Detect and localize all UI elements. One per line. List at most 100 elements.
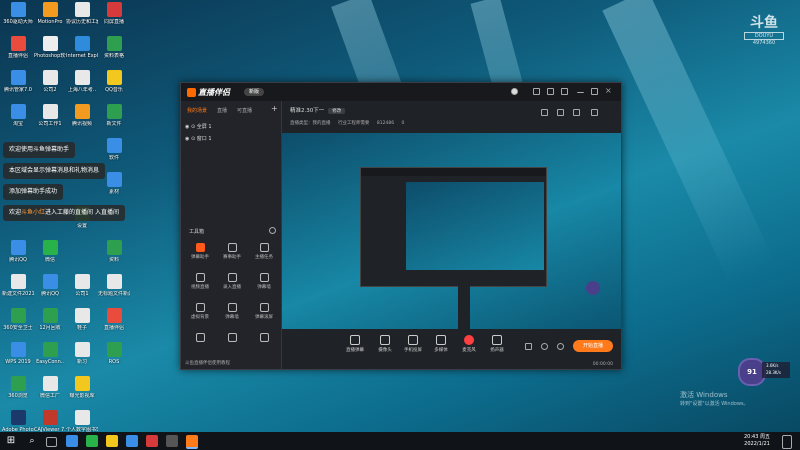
desktop-icon[interactable]: 微信 — [34, 240, 66, 263]
toolbox-settings-icon[interactable] — [269, 227, 276, 234]
add-scene-icon[interactable]: + — [271, 104, 278, 113]
more-icon[interactable] — [591, 109, 598, 116]
start-live-button[interactable]: 开始直播 — [573, 340, 613, 352]
version-badge[interactable]: 新版 — [244, 88, 264, 96]
desktop-icon[interactable]: 个人数字图书馆3.1 — [66, 410, 98, 433]
toolbox-item[interactable]: 弹幕助手 — [185, 243, 215, 260]
source-control-button[interactable]: 摄像头 — [372, 335, 398, 353]
desktop-icon[interactable]: 公司1 — [66, 274, 98, 297]
desktop-icon[interactable]: 360浏览 — [2, 376, 34, 399]
app-taskbar-icon[interactable] — [166, 435, 178, 447]
toolbox-item[interactable]: 弹幕墙 — [249, 273, 279, 290]
desktop-icon[interactable]: 同屏直播 — [98, 2, 130, 25]
tab-can-live[interactable]: 可直播 — [237, 107, 252, 114]
desktop-icon[interactable]: 新文件 — [98, 104, 130, 127]
toolbox-item[interactable]: 视频直播 — [185, 273, 215, 290]
desktop-icon[interactable]: 资料 — [98, 240, 130, 263]
desktop-icon[interactable]: 上海八年考.. — [66, 70, 98, 93]
clock[interactable]: 20:43 周五 2022/1/21 — [744, 434, 770, 448]
edge-icon[interactable] — [66, 435, 78, 447]
toolbox-item[interactable]: 录入直播 — [217, 273, 247, 290]
bell-icon[interactable] — [573, 109, 580, 116]
lock-icon[interactable] — [541, 109, 548, 116]
tutorial-link[interactable]: 斗鱼直播伴侣使用教程 — [185, 360, 230, 366]
source-control-button[interactable]: 手机投屏 — [400, 335, 426, 353]
network-speed-widget[interactable]: 91 3.6K/s 28.3K/s — [738, 358, 790, 386]
tab-live[interactable]: 直播 — [217, 107, 227, 114]
edit-title-button[interactable]: 修改 — [328, 108, 346, 114]
toolbox-item[interactable]: 主播任务 — [249, 243, 279, 260]
source-control-button[interactable]: 直播弹幕 — [342, 335, 368, 353]
desktop-icon[interactable]: 鞋子 — [66, 308, 98, 331]
desktop-icon-label: 无标题文件新建数据..(2.. — [98, 291, 130, 297]
desktop-icon[interactable]: MotionPro — [34, 2, 66, 25]
desktop-icon[interactable]: 腾讯视频 — [66, 104, 98, 127]
toolbox-item[interactable] — [185, 333, 215, 344]
toolbox-item[interactable] — [249, 333, 279, 344]
desktop-icon[interactable]: 资料表格 — [98, 36, 130, 59]
desktop-icon[interactable]: QQ音乐 — [98, 70, 130, 93]
camera-icon[interactable] — [525, 343, 532, 350]
desktop-icon[interactable]: Photoshop软件 — [34, 36, 66, 59]
desktop-icon[interactable]: 腾讯QQ — [34, 274, 66, 297]
maximize-icon[interactable] — [591, 88, 598, 95]
desktop-icon-label: Internet Explorer — [66, 53, 98, 59]
toolbox-item[interactable] — [217, 333, 247, 344]
toolbox-item[interactable]: 赛事助手 — [217, 243, 247, 260]
desktop-icon[interactable]: 协议历史和工器 — [66, 2, 98, 25]
desktop-icon[interactable]: 软件 — [98, 138, 130, 161]
desktop-icon[interactable]: EasyConn.. — [34, 342, 66, 365]
desktop-icon[interactable]: 无标题文件新建数据..(2.. — [98, 274, 130, 297]
desktop-icon[interactable]: CAJViewer 7.2 — [34, 410, 66, 433]
notification-icon[interactable] — [782, 435, 792, 449]
avatar[interactable] — [511, 88, 518, 95]
close-icon[interactable]: × — [605, 87, 612, 95]
source-control-button[interactable]: 扬声器 — [484, 335, 510, 353]
desktop-icon[interactable]: 12月回收 — [34, 308, 66, 331]
desktop-icon[interactable]: 360驱动大师 — [2, 2, 34, 25]
tool-icon — [259, 333, 269, 342]
app-taskbar-icon[interactable] — [146, 435, 158, 447]
share-icon[interactable] — [557, 109, 564, 116]
desktop-icon[interactable]: 腾讯管家7.0 — [2, 70, 34, 93]
minimize-icon[interactable] — [577, 88, 584, 93]
desktop-icon[interactable]: 新建文件2021022.. — [2, 274, 34, 297]
desktop-icon[interactable]: ROS — [98, 342, 130, 365]
desktop-icon[interactable]: Adobe Photosho.. — [2, 410, 34, 433]
file-explorer-icon[interactable] — [106, 435, 118, 447]
desktop-icon[interactable]: 公司2 — [34, 70, 66, 93]
app-taskbar-icon[interactable] — [126, 435, 138, 447]
source-control-button[interactable]: 麦克风 — [456, 335, 482, 353]
scene-item[interactable]: ◉ ⊙ 全屏 1 — [185, 123, 212, 130]
live-category[interactable]: 直播类型：我的直播 — [290, 121, 331, 126]
desktop-icon[interactable]: WPS 2019 — [2, 342, 34, 365]
source-control-button[interactable]: 多媒体 — [428, 335, 454, 353]
desktop-icon[interactable]: 腾讯QQ — [2, 240, 34, 263]
mail-icon[interactable] — [533, 88, 540, 95]
stream-preview[interactable] — [282, 133, 621, 329]
settings-icon[interactable] — [561, 88, 568, 95]
eye-icon[interactable] — [541, 343, 548, 350]
start-button[interactable]: ⊞ — [5, 435, 17, 447]
desktop-icon[interactable]: Internet Explorer — [66, 36, 98, 59]
desktop-icon[interactable]: 新习 — [66, 342, 98, 365]
desktop-icon[interactable]: 直播伴侣 — [2, 36, 34, 59]
gear-icon[interactable] — [557, 343, 564, 350]
toolbox-item[interactable]: 虚拟背景 — [185, 303, 215, 320]
gift-icon[interactable] — [547, 88, 554, 95]
tab-my-scenes[interactable]: 我的场景 — [187, 107, 207, 114]
wechat-icon[interactable] — [86, 435, 98, 447]
toolbox-item[interactable]: 弹幕滚屏 — [249, 303, 279, 320]
scene-item[interactable]: ◉ ⊙ 窗口 1 — [185, 135, 212, 142]
toolbox-item[interactable]: 弹幕墙 — [217, 303, 247, 320]
live-companion-taskbar-icon[interactable] — [186, 435, 198, 449]
desktop-icon[interactable]: 淘宝 — [2, 104, 34, 127]
search-icon[interactable]: ⌕ — [26, 435, 38, 447]
desktop-icon[interactable]: 直播伴侣 — [98, 308, 130, 331]
desktop-icon[interactable]: 公司工作1 — [34, 104, 66, 127]
desktop-icon[interactable]: 曝光影视库 — [66, 376, 98, 399]
desktop-icon[interactable]: 360安全卫士 — [2, 308, 34, 331]
desktop-icon-label: MotionPro — [37, 19, 63, 25]
task-view-icon[interactable] — [46, 437, 57, 447]
desktop-icon[interactable]: 微信工厂 — [34, 376, 66, 399]
